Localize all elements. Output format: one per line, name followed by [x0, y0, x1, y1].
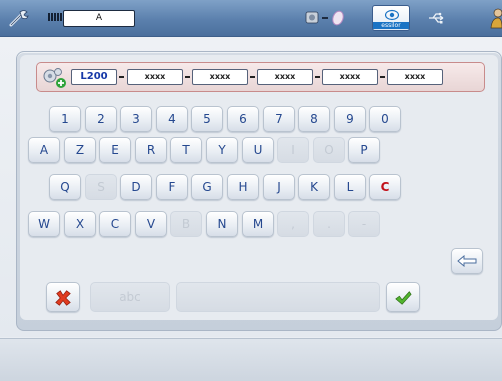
logo-text: essilor: [373, 22, 409, 29]
key-letter-row4-8[interactable]: .: [313, 211, 345, 237]
space-key[interactable]: [176, 282, 380, 312]
key-digit-0[interactable]: 1: [49, 106, 81, 132]
essilor-logo: essilor: [372, 5, 410, 31]
code-field-2[interactable]: xxxx: [127, 69, 183, 85]
key-letter-row4-2[interactable]: C: [99, 211, 131, 237]
usb-icon: [429, 12, 444, 24]
top-toolbar: A essilor: [0, 0, 502, 37]
code-separator: [119, 76, 124, 78]
key-letter-row2-2[interactable]: E: [99, 137, 131, 163]
key-letter-row2-5[interactable]: Y: [206, 137, 238, 163]
eye-icon: [385, 9, 399, 21]
red-x-icon: [55, 290, 71, 306]
key-letter-row3-7[interactable]: K: [298, 174, 330, 200]
clear-key[interactable]: C: [369, 174, 401, 200]
green-check-icon: [395, 291, 412, 305]
key-digit-3[interactable]: 4: [156, 106, 188, 132]
key-letter-row2-1[interactable]: Z: [64, 137, 96, 163]
key-letter-row3-3[interactable]: F: [156, 174, 188, 200]
signal-icon: [48, 13, 62, 21]
key-digit-4[interactable]: 5: [191, 106, 223, 132]
key-letter-row2-9[interactable]: P: [348, 137, 380, 163]
key-letter-row4-6[interactable]: M: [242, 211, 274, 237]
backspace-arrow-icon: [457, 254, 477, 268]
key-letter-row3-0[interactable]: Q: [49, 174, 81, 200]
key-digit-7[interactable]: 8: [298, 106, 330, 132]
code-field-3[interactable]: xxxx: [192, 69, 248, 85]
key-letter-row4-4[interactable]: B: [170, 211, 202, 237]
key-letter-row4-5[interactable]: N: [206, 211, 238, 237]
cancel-button[interactable]: [46, 282, 80, 312]
key-digit-1[interactable]: 2: [85, 106, 117, 132]
main-area: L200 xxxx xxxx xxxx xxxx xxxx 1234567890…: [0, 37, 502, 337]
key-letter-row4-7[interactable]: ,: [277, 211, 309, 237]
key-letter-row4-3[interactable]: V: [135, 211, 167, 237]
code-separator: [185, 76, 190, 78]
key-digit-5[interactable]: 6: [227, 106, 259, 132]
bottom-bar: [0, 338, 502, 381]
keyboard-panel-inner: L200 xxxx xxxx xxxx xxxx xxxx 1234567890…: [20, 55, 498, 320]
code-separator: [380, 76, 385, 78]
settings-add-icon: [43, 68, 66, 88]
tool-icon[interactable]: [8, 8, 30, 28]
code-field-5[interactable]: xxxx: [322, 69, 378, 85]
key-digit-9[interactable]: 0: [369, 106, 401, 132]
key-letter-row3-1[interactable]: S: [85, 174, 117, 200]
code-field-1[interactable]: L200: [71, 69, 117, 85]
key-letter-row2-6[interactable]: U: [242, 137, 274, 163]
key-digit-8[interactable]: 9: [334, 106, 366, 132]
code-separator: [315, 76, 320, 78]
code-field-4[interactable]: xxxx: [257, 69, 313, 85]
key-digit-2[interactable]: 3: [120, 106, 152, 132]
key-letter-row3-4[interactable]: G: [191, 174, 223, 200]
mode-abc-key[interactable]: abc: [90, 282, 170, 312]
user-icon[interactable]: [490, 7, 502, 29]
confirm-button[interactable]: [386, 282, 420, 312]
key-letter-row4-0[interactable]: W: [28, 211, 60, 237]
code-field-6[interactable]: xxxx: [387, 69, 443, 85]
backspace-key[interactable]: [451, 248, 483, 274]
key-digit-6[interactable]: 7: [263, 106, 295, 132]
key-letter-row4-9[interactable]: -: [348, 211, 380, 237]
key-letter-row2-8[interactable]: O: [313, 137, 345, 163]
key-letter-row2-7[interactable]: I: [277, 137, 309, 163]
key-letter-row2-0[interactable]: A: [28, 137, 60, 163]
key-letter-row2-3[interactable]: R: [135, 137, 167, 163]
key-letter-row3-2[interactable]: D: [120, 174, 152, 200]
code-entry-bar: L200 xxxx xxxx xxxx xxxx xxxx: [36, 62, 485, 92]
key-letter-row3-8[interactable]: L: [334, 174, 366, 200]
key-letter-row3-5[interactable]: H: [227, 174, 259, 200]
device-icon: [305, 10, 344, 26]
key-letter-row4-1[interactable]: X: [64, 211, 96, 237]
key-letter-row2-4[interactable]: T: [170, 137, 202, 163]
job-field[interactable]: A: [63, 10, 135, 27]
keyboard-panel: L200 xxxx xxxx xxxx xxxx xxxx 1234567890…: [16, 51, 502, 331]
key-letter-row3-6[interactable]: J: [263, 174, 295, 200]
code-separator: [250, 76, 255, 78]
